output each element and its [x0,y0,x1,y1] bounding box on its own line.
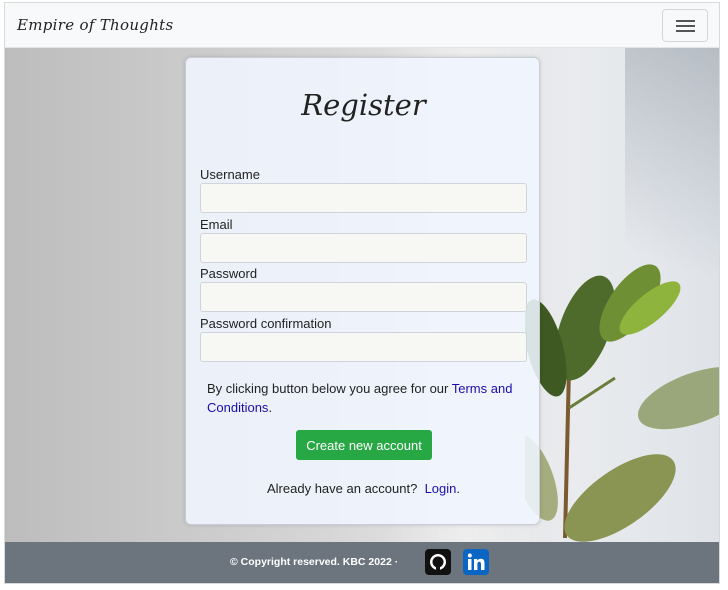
create-account-button[interactable]: Create new account [296,430,432,460]
github-icon[interactable] [425,549,451,575]
username-label: Username [200,167,260,182]
terms-notice: By clicking button below you agree for o… [207,381,513,415]
copyright-text: © Copyright reserved. KBC 2022 · [230,556,399,568]
password-label: Password [200,266,258,281]
email-label: Email [200,217,233,232]
navbar-toggle-button[interactable] [662,9,708,42]
username-input[interactable] [200,183,527,213]
navbar: Empire of Thoughts [5,3,719,48]
hero-background: Register Username Email Password Passwor… [5,48,719,542]
linkedin-icon[interactable] [463,549,489,575]
register-title: Register [301,88,426,122]
login-prompt: Already have an account? Login. [267,481,460,496]
hamburger-menu-icon [676,20,695,22]
password-confirmation-label: Password confirmation [200,316,332,331]
login-link[interactable]: Login [425,481,457,496]
brand-logo[interactable]: Empire of Thoughts [17,16,173,34]
password-input[interactable] [200,282,527,312]
email-input[interactable] [200,233,527,263]
password-confirmation-input[interactable] [200,332,527,362]
browser-viewport: Empire of Thoughts Register Username Ema… [4,2,720,584]
footer: © Copyright reserved. KBC 2022 · [5,542,719,583]
plant-image [525,264,719,542]
register-card: Register Username Email Password Passwor… [185,57,540,525]
